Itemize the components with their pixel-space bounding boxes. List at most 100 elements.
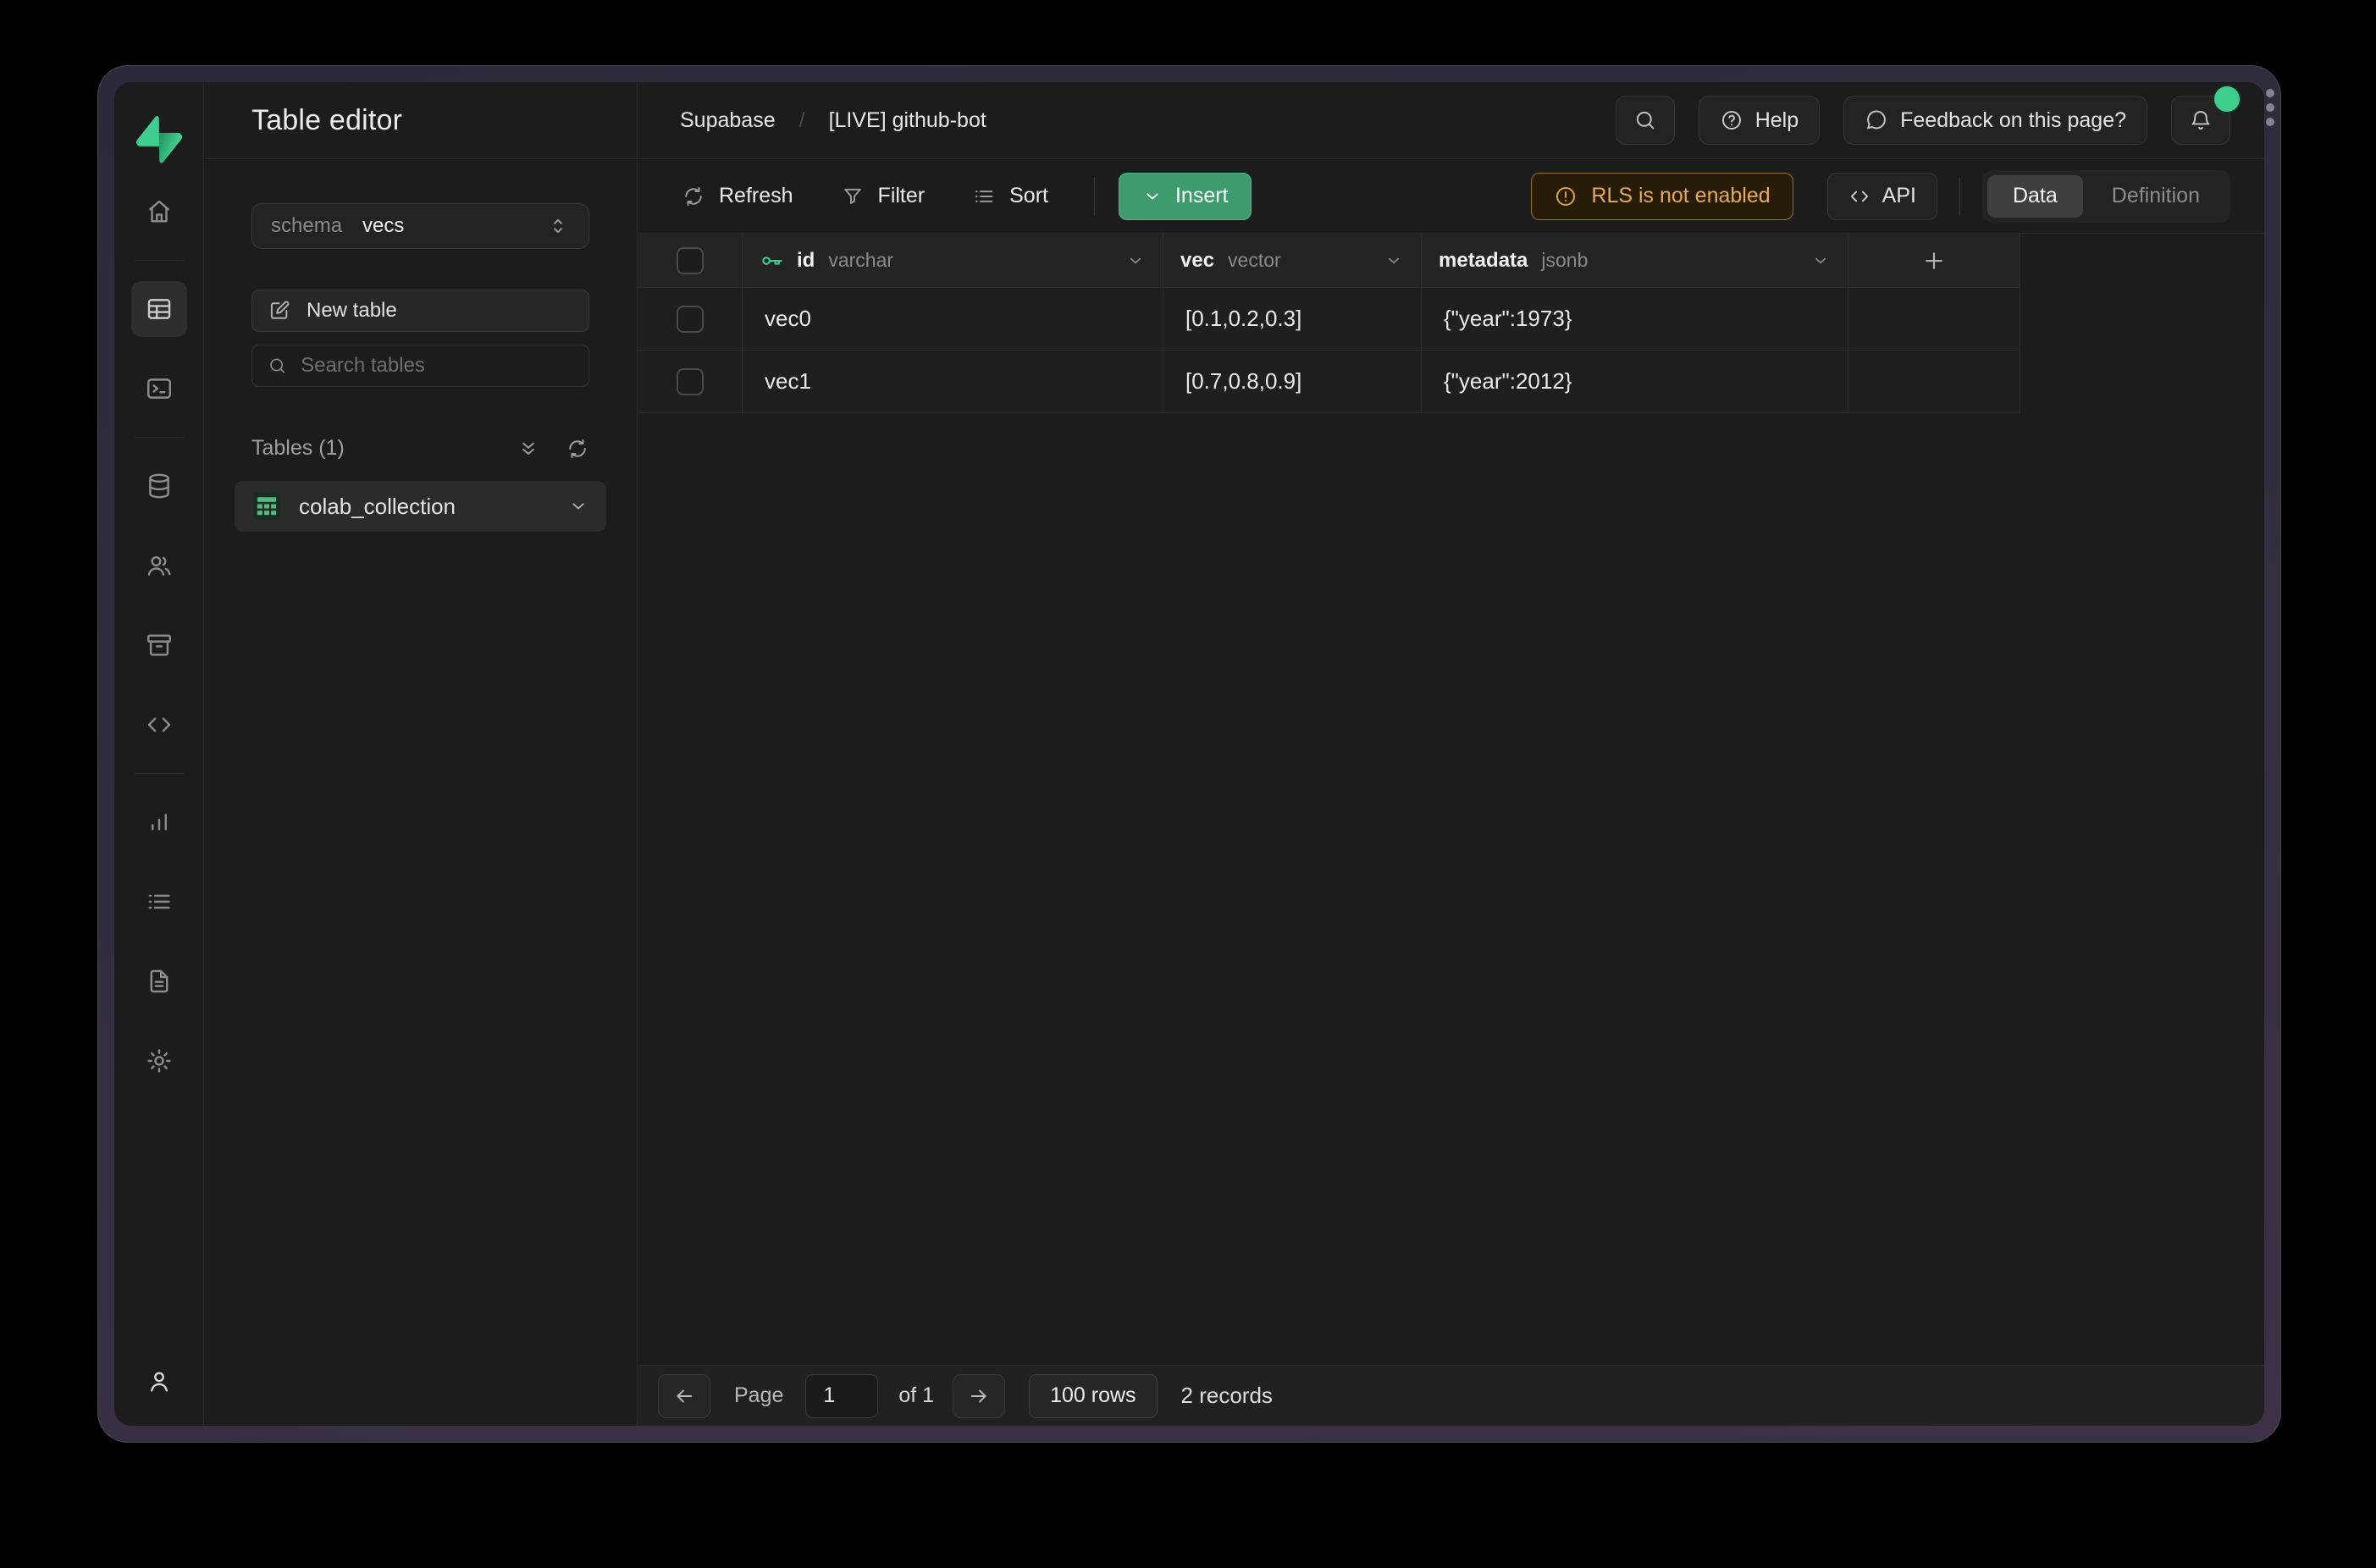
- cell-empty: [1848, 288, 2020, 351]
- cell-id[interactable]: vec1: [743, 351, 1163, 413]
- toolbar-divider: [1959, 177, 1960, 216]
- column-menu-icon[interactable]: [1384, 251, 1404, 271]
- sort-label: Sort: [1009, 184, 1048, 208]
- cell-metadata[interactable]: {"year":2012}: [1422, 351, 1848, 413]
- filter-funnel-icon: [841, 185, 865, 208]
- cell-id[interactable]: vec0: [743, 288, 1163, 351]
- search-tables-input[interactable]: [301, 354, 573, 378]
- sidebar-item-sql-editor[interactable]: [131, 361, 187, 417]
- rail-divider: [135, 773, 184, 774]
- edit-icon: [268, 299, 291, 323]
- chevron-down-icon: [1141, 185, 1163, 207]
- pagination-footer: Page of 1 100 rows 2 records: [638, 1365, 2264, 1426]
- view-mode-tabs: Data Definition: [1982, 170, 2230, 223]
- account-button[interactable]: [131, 1353, 187, 1409]
- help-circle-icon: [1720, 108, 1743, 132]
- new-table-button[interactable]: New table: [251, 290, 589, 332]
- plus-icon: [1921, 248, 1947, 273]
- header-actions: Help Feedback on this page?: [1616, 96, 2230, 145]
- select-all-cell: [638, 234, 743, 288]
- schema-select[interactable]: schema vecs: [251, 203, 589, 249]
- supabase-logo-icon[interactable]: [136, 116, 182, 163]
- help-label: Help: [1755, 108, 1799, 133]
- rail-divider: [135, 437, 184, 438]
- list-icon: [145, 887, 174, 916]
- table-editor-sidebar: Table editor schema vecs: [204, 82, 638, 1426]
- feedback-button[interactable]: Feedback on this page?: [1843, 96, 2147, 145]
- column-header-vec[interactable]: vec vector: [1163, 234, 1422, 288]
- user-icon: [145, 1366, 174, 1395]
- filter-button[interactable]: Filter: [831, 173, 936, 220]
- next-page-button[interactable]: [953, 1374, 1005, 1418]
- tab-definition[interactable]: Definition: [2086, 175, 2225, 218]
- sidebar-item-storage[interactable]: [131, 617, 187, 673]
- rls-warning-button[interactable]: RLS is not enabled: [1531, 173, 1793, 220]
- refresh-icon[interactable]: [566, 437, 589, 461]
- rls-warning-label: RLS is not enabled: [1591, 184, 1770, 208]
- cell-empty: [1848, 351, 2020, 413]
- page-label: Page: [734, 1383, 783, 1408]
- sidebar-item-edge-functions[interactable]: [131, 697, 187, 753]
- search-button[interactable]: [1616, 96, 1675, 145]
- column-header-id[interactable]: id varchar: [743, 234, 1163, 288]
- code-icon: [1848, 185, 1870, 207]
- refresh-button[interactable]: Refresh: [671, 173, 804, 220]
- grid-header-row: id varchar vec vector metadata: [638, 234, 2020, 288]
- rows-per-page-button[interactable]: 100 rows: [1029, 1374, 1157, 1418]
- sidebar-item-database[interactable]: [131, 458, 187, 514]
- row-select-cell: [638, 351, 743, 413]
- chevron-down-icon[interactable]: [567, 495, 589, 517]
- bell-icon: [2189, 108, 2213, 132]
- sidebar-item-table-editor[interactable]: [131, 281, 187, 337]
- page-number-input[interactable]: [805, 1374, 878, 1418]
- breadcrumb: Supabase / [LIVE] github-bot: [680, 108, 986, 133]
- sidebar-item-authentication[interactable]: [131, 538, 187, 594]
- cell-vec[interactable]: [0.7,0.8,0.9]: [1163, 351, 1422, 413]
- cell-metadata[interactable]: {"year":1973}: [1422, 288, 1848, 351]
- grid-toolbar: Refresh Filter Sort: [638, 159, 2264, 234]
- rows-per-page-label: 100 rows: [1050, 1383, 1136, 1408]
- archive-icon: [145, 631, 174, 660]
- column-type: varchar: [828, 249, 893, 272]
- column-menu-icon[interactable]: [1810, 251, 1831, 271]
- column-header-metadata[interactable]: metadata jsonb: [1422, 234, 1848, 288]
- main-panel: Supabase / [LIVE] github-bot: [638, 82, 2264, 1426]
- row-checkbox[interactable]: [677, 306, 704, 333]
- chevrons-double-down-icon[interactable]: [517, 437, 540, 461]
- search-tables-field[interactable]: [251, 345, 589, 387]
- add-column-button[interactable]: [1848, 234, 2020, 288]
- column-menu-icon[interactable]: [1125, 251, 1146, 271]
- search-icon: [1633, 108, 1657, 132]
- database-icon: [145, 472, 174, 500]
- sidebar-item-reports[interactable]: [131, 794, 187, 850]
- select-all-checkbox[interactable]: [677, 247, 704, 274]
- cell-vec[interactable]: [0.1,0.2,0.3]: [1163, 288, 1422, 351]
- sidebar-body: schema vecs New table: [204, 159, 637, 532]
- message-bubble-icon: [1865, 108, 1888, 132]
- help-button[interactable]: Help: [1699, 96, 1820, 145]
- breadcrumb-org[interactable]: Supabase: [680, 108, 776, 133]
- sidebar-item-logs[interactable]: [131, 874, 187, 930]
- sidebar-item-docs[interactable]: [131, 953, 187, 1009]
- sidebar-item-settings[interactable]: [131, 1033, 187, 1089]
- online-status-dot: [2214, 86, 2240, 112]
- refresh-label: Refresh: [719, 184, 793, 208]
- previous-page-button[interactable]: [658, 1374, 710, 1418]
- bar-chart-icon: [145, 808, 174, 836]
- sidebar-item-home[interactable]: [131, 184, 187, 240]
- breadcrumb-separator: /: [799, 108, 805, 133]
- schema-select-value: vecs: [362, 214, 404, 238]
- column-name: metadata: [1439, 249, 1528, 273]
- tab-data[interactable]: Data: [1987, 175, 2083, 218]
- sort-button[interactable]: Sort: [962, 173, 1058, 220]
- code-icon: [145, 710, 174, 739]
- window-drag-handle: [2266, 89, 2274, 126]
- insert-button[interactable]: Insert: [1119, 173, 1252, 220]
- supabase-app: Table editor schema vecs: [114, 82, 2264, 1426]
- sidebar-table-item[interactable]: colab_collection: [235, 481, 606, 532]
- api-button[interactable]: API: [1827, 173, 1937, 220]
- row-checkbox[interactable]: [677, 368, 704, 395]
- breadcrumb-project[interactable]: [LIVE] github-bot: [829, 108, 986, 133]
- insert-label: Insert: [1175, 184, 1229, 208]
- users-icon: [145, 551, 174, 580]
